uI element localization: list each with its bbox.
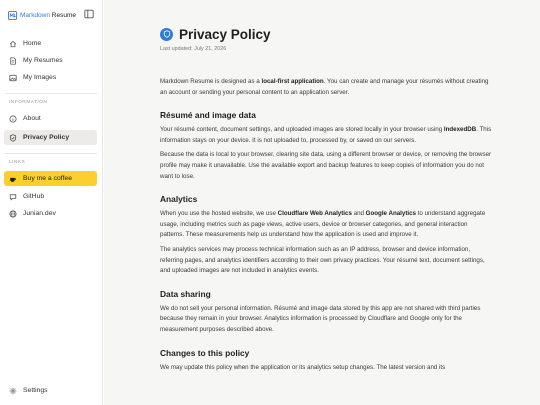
shield-icon xyxy=(9,133,17,142)
sidebar-item-label: GitHub xyxy=(23,193,45,200)
sidebar-item-label: Settings xyxy=(23,387,48,394)
info-icon xyxy=(9,115,17,122)
section-heading-analytics: Analytics xyxy=(160,194,198,205)
analytics-paragraph-1: When you use the hosted website, we use … xyxy=(160,210,486,239)
main-content: Privacy Policy Last updated: July 21, 20… xyxy=(104,0,540,405)
page-title: Privacy Policy xyxy=(179,26,271,42)
last-updated: Last updated: July 21, 2026 xyxy=(160,46,227,52)
resume-data-paragraph-1: Your résumé content, document settings, … xyxy=(160,126,492,144)
analytics-paragraph-2: The analytics services may process techn… xyxy=(160,245,485,275)
sidebar-item-label: Buy me a coffee xyxy=(23,175,72,182)
section-heading-changes: Changes to this policy xyxy=(160,347,250,358)
shield-icon xyxy=(160,27,173,41)
changes-paragraph: We may update this policy when the appli… xyxy=(160,363,446,371)
sidebar: Markdown Resume Home My Resumes My Image… xyxy=(0,0,103,405)
globe-icon xyxy=(9,210,17,217)
image-icon xyxy=(9,74,17,81)
github-icon xyxy=(9,193,17,201)
sidebar-item-label: Privacy Policy xyxy=(23,134,70,141)
sidebar-item-my-images[interactable]: My Images xyxy=(4,70,97,85)
sidebar-item-junian-dev[interactable]: Junian.dev xyxy=(4,206,97,221)
sidebar-item-label: Home xyxy=(23,40,42,47)
divider xyxy=(5,93,97,94)
policy-article: Privacy Policy Last updated: July 21, 20… xyxy=(160,26,492,373)
section-label-information: INFORMATION xyxy=(9,100,48,105)
data-sharing-paragraph: We do not sell your personal information… xyxy=(160,304,481,333)
sidebar-item-privacy-policy[interactable]: Privacy Policy xyxy=(4,130,97,145)
home-icon xyxy=(9,40,17,47)
sidebar-toggle-icon[interactable] xyxy=(84,9,94,19)
page-header: Privacy Policy xyxy=(160,26,492,42)
brand-name: Markdown Resume xyxy=(20,11,76,19)
resume-data-paragraph-2: Because the data is local to your browse… xyxy=(160,151,492,180)
sidebar-item-github[interactable]: GitHub xyxy=(4,189,97,204)
sidebar-item-label: Junian.dev xyxy=(23,210,56,217)
section-heading-resume-data: Résumé and image data xyxy=(160,110,256,121)
sidebar-item-my-resumes[interactable]: My Resumes xyxy=(4,53,97,68)
divider xyxy=(5,153,97,154)
buy-me-a-coffee-button[interactable]: Buy me a coffee xyxy=(4,171,97,186)
intro-paragraph: Markdown Resume is designed as a local-f… xyxy=(160,78,489,96)
document-icon xyxy=(10,56,16,65)
sidebar-item-home[interactable]: Home xyxy=(4,36,97,51)
sidebar-item-label: My Images xyxy=(23,74,57,81)
section-heading-data-sharing: Data sharing xyxy=(160,288,211,299)
sidebar-item-label: About xyxy=(23,115,41,122)
coffee-icon xyxy=(10,177,17,182)
sidebar-item-settings[interactable]: Settings xyxy=(4,383,97,398)
gear-icon xyxy=(9,387,17,394)
sidebar-item-label: My Resumes xyxy=(23,57,63,64)
sidebar-item-about[interactable]: About xyxy=(4,111,97,126)
logo-icon xyxy=(8,10,17,20)
section-label-links: LINKS xyxy=(9,160,26,165)
